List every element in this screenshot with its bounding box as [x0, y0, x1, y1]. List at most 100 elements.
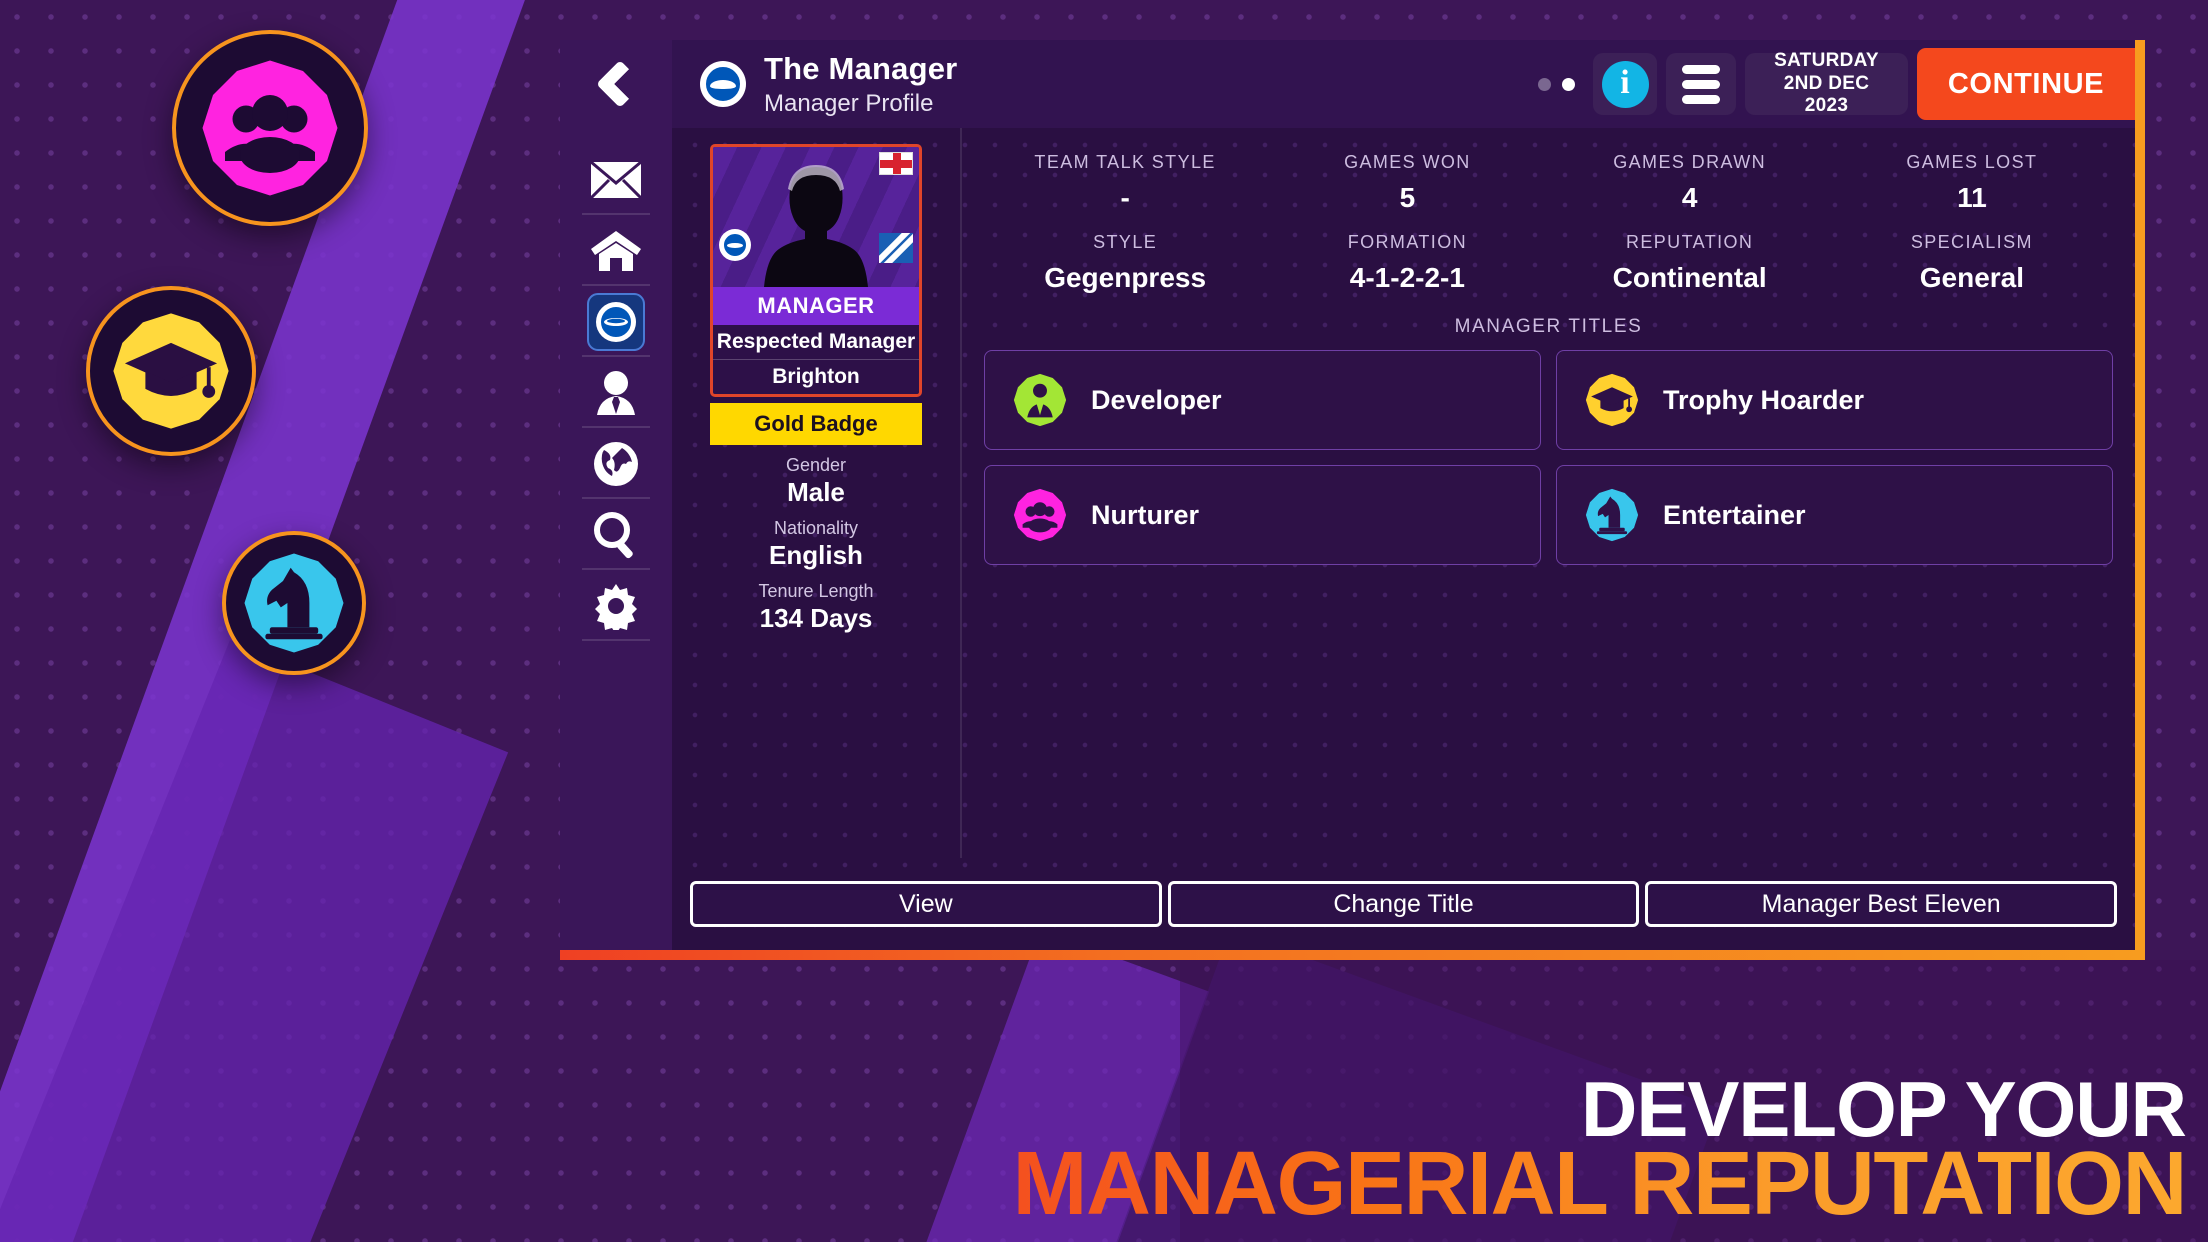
title-card-developer[interactable]: Developer	[984, 350, 1541, 450]
globe-icon	[594, 441, 638, 486]
manager-reputation-line: Respected Manager	[713, 325, 919, 360]
stat-games-won: GAMES WON 5	[1266, 140, 1548, 220]
header-controls: i SATURDAY 2ND DEC 2023 CONTINUE	[1538, 40, 2135, 128]
date-day-month: 2ND DEC	[1783, 72, 1870, 94]
sidebar-item-home[interactable]	[560, 215, 672, 286]
manager-role: MANAGER	[713, 287, 919, 325]
stat-value: Gegenpress	[1044, 262, 1207, 293]
brighton-crest-icon	[700, 61, 746, 107]
title-card-entertainer[interactable]: Entertainer	[1556, 465, 2113, 565]
page-dot-active[interactable]	[1562, 77, 1575, 91]
view-button[interactable]: View	[690, 881, 1162, 927]
knight-chess-badge-icon	[1585, 488, 1639, 542]
profile-field-tenure: Tenure Length 134 Days	[758, 581, 873, 634]
magnifier-icon	[594, 511, 633, 558]
manager-titles-heading: MANAGER TITLES	[1454, 316, 1643, 337]
left-sidebar	[560, 128, 672, 950]
floating-badge-entertainer	[222, 531, 366, 675]
manager-portrait	[713, 147, 919, 287]
person-tie-icon	[597, 370, 635, 415]
page-indicator-dots	[1538, 77, 1575, 91]
stat-label: SPECIALISM	[1910, 232, 2033, 252]
people-group-badge-icon	[1013, 488, 1067, 542]
stat-games-drawn: GAMES DRAWN 4	[1549, 140, 1831, 220]
brighton-crest-icon	[596, 301, 636, 342]
page-dot[interactable]	[1538, 77, 1551, 91]
stat-formation: FORMATION 4-1-2-2-1	[1266, 220, 1548, 300]
manager-titles-grid: Developer Trophy Hoarder Nurturer Entert…	[984, 350, 2113, 565]
stat-value: 4-1-2-2-1	[1349, 262, 1465, 293]
stat-value: 11	[1957, 182, 1987, 213]
stat-value: Continental	[1612, 262, 1767, 293]
stat-value: General	[1919, 262, 2025, 293]
field-value: 134 Days	[759, 603, 873, 633]
gear-icon	[595, 583, 637, 630]
change-title-button[interactable]: Change Title	[1167, 881, 1640, 927]
menu-button[interactable]	[1666, 53, 1736, 115]
envelope-icon	[590, 160, 642, 199]
manager-card[interactable]: MANAGER Respected Manager Brighton	[710, 144, 922, 397]
profile-field-gender: Gender Male	[786, 455, 846, 508]
sidebar-item-settings[interactable]	[560, 570, 672, 641]
manager-best-eleven-button[interactable]: Manager Best Eleven	[1645, 881, 2118, 927]
graduation-cap-badge-icon	[1585, 373, 1639, 427]
sidebar-item-inbox[interactable]	[560, 144, 672, 215]
brighton-crest-icon	[719, 229, 751, 261]
field-value: English	[769, 540, 863, 570]
stats-column: TEAM TALK STYLE - GAMES WON 5 GAMES DRAW…	[962, 128, 2135, 858]
stats-grid-row-2: STYLE Gegenpress FORMATION 4-1-2-2-1 REP…	[984, 220, 2113, 300]
main-content: MANAGER Respected Manager Brighton Gold …	[672, 128, 2135, 950]
bottom-action-bar: View Change Title Manager Best Eleven	[672, 858, 2135, 950]
stat-value: 4	[1681, 182, 1698, 213]
info-button[interactable]: i	[1593, 53, 1657, 115]
title-card-nurturer[interactable]: Nurturer	[984, 465, 1541, 565]
info-icon: i	[1601, 60, 1649, 108]
manager-profile-column: MANAGER Respected Manager Brighton Gold …	[672, 128, 962, 858]
app-header: The Manager Manager Profile i SATURDAY 2…	[560, 40, 2135, 128]
stat-label: GAMES DRAWN	[1613, 152, 1766, 172]
sidebar-item-search[interactable]	[560, 499, 672, 570]
game-panel: The Manager Manager Profile i SATURDAY 2…	[560, 40, 2145, 960]
sidebar-item-world[interactable]	[560, 428, 672, 499]
stat-specialism: SPECIALISM General	[1831, 220, 2113, 300]
field-value: Male	[787, 477, 845, 507]
stat-reputation: REPUTATION Continental	[1549, 220, 1831, 300]
manager-club-line: Brighton	[772, 365, 860, 388]
sidebar-item-staff[interactable]	[560, 357, 672, 428]
field-label: Tenure Length	[758, 581, 874, 601]
date-display[interactable]: SATURDAY 2ND DEC 2023	[1745, 50, 1908, 116]
title-label: Developer	[1091, 384, 1222, 415]
stat-value: -	[1120, 182, 1130, 213]
knight-chess-badge-icon	[244, 553, 344, 653]
promo-line-2: MANAGERIAL REPUTATION	[1012, 1133, 2188, 1234]
title-label: Trophy Hoarder	[1663, 384, 1865, 415]
home-icon	[591, 230, 641, 271]
stat-label: GAMES WON	[1344, 152, 1471, 172]
stats-grid-row-1: TEAM TALK STYLE - GAMES WON 5 GAMES DRAW…	[984, 140, 2113, 220]
title-label: Entertainer	[1663, 499, 1806, 530]
manager-silhouette-icon	[764, 165, 868, 287]
profile-field-nationality: Nationality English	[769, 518, 863, 571]
field-label: Nationality	[773, 518, 859, 538]
people-group-badge-icon	[202, 60, 338, 196]
stat-style: STYLE Gegenpress	[984, 220, 1266, 300]
stat-label: TEAM TALK STYLE	[1034, 152, 1216, 172]
hamburger-menu-icon	[1682, 64, 1720, 74]
stat-label: GAMES LOST	[1906, 152, 2038, 172]
floating-badge-nurturer	[172, 30, 368, 226]
title-card-trophy-hoarder[interactable]: Trophy Hoarder	[1556, 350, 2113, 450]
gold-badge: Gold Badge	[710, 403, 922, 445]
promo-text: DEVELOP YOUR MANAGERIAL REPUTATION	[1012, 1070, 2188, 1234]
title-label: Nurturer	[1091, 499, 1200, 530]
person-tie-badge-icon	[1013, 373, 1067, 427]
back-button[interactable]	[560, 40, 672, 128]
stat-value: 5	[1399, 182, 1416, 213]
continue-button[interactable]: CONTINUE	[1917, 48, 2135, 120]
stat-label: STYLE	[1093, 232, 1158, 252]
england-flag-icon	[879, 152, 913, 175]
date-weekday: SATURDAY	[1774, 50, 1879, 72]
floating-badge-trophy-hoarder	[86, 286, 256, 456]
stat-label: FORMATION	[1347, 232, 1467, 252]
badge-icon	[879, 233, 913, 263]
sidebar-item-club[interactable]	[560, 286, 672, 357]
